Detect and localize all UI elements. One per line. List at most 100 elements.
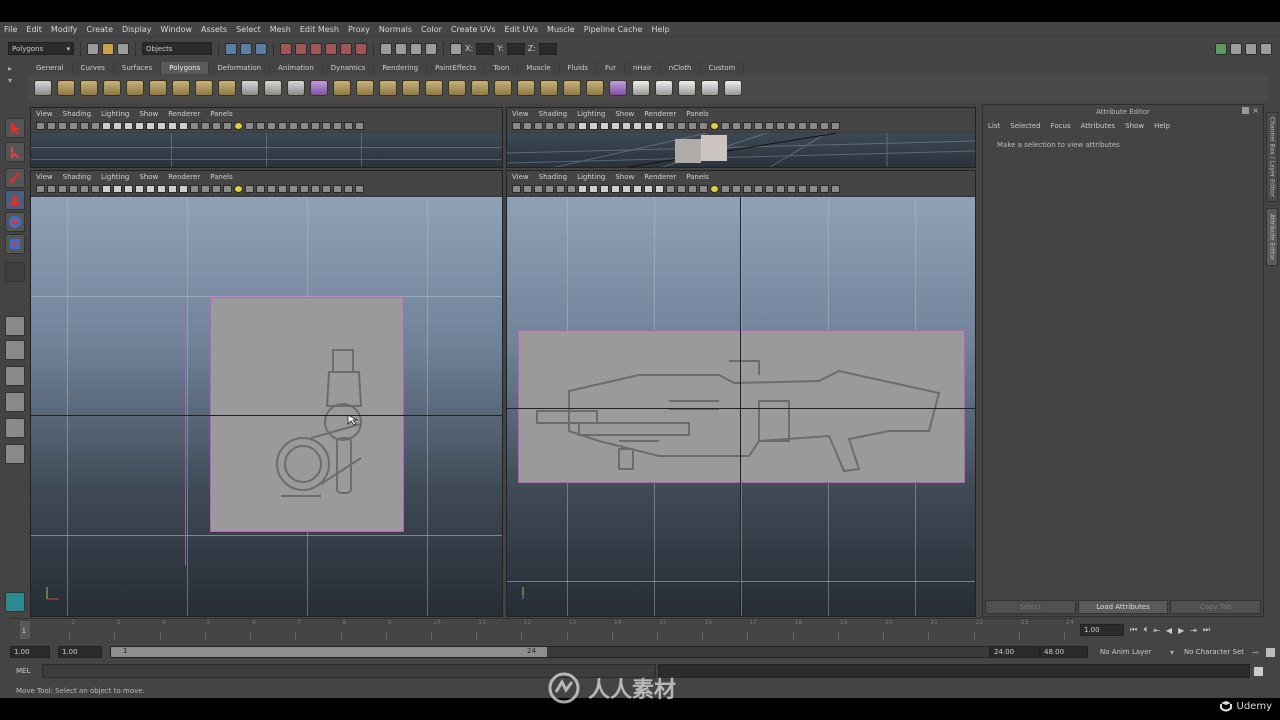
x-field[interactable] [476, 42, 495, 55]
play-backwards-icon[interactable]: ◀ [1166, 626, 1172, 635]
character-set-dropdown[interactable]: No Character Set [1184, 648, 1244, 656]
menu-create-uvs[interactable]: Create UVs [451, 25, 496, 34]
end-time-field[interactable]: 48.00 [1040, 646, 1088, 658]
show-menu[interactable]: Show [615, 173, 634, 181]
view-menu[interactable]: View [512, 173, 529, 181]
perspective-canvas[interactable] [507, 132, 975, 167]
bridge-icon[interactable] [494, 80, 512, 96]
shelf-tab-dynamics[interactable]: Dynamics [323, 62, 375, 74]
menu-display[interactable]: Display [122, 25, 152, 34]
lighting-menu[interactable]: Lighting [577, 173, 605, 181]
shelf-tab-nhair[interactable]: nHair [625, 62, 661, 74]
range-slider[interactable]: 1 24 [110, 646, 990, 658]
show-menu[interactable]: Show [1125, 122, 1144, 130]
append-polygon-icon[interactable] [517, 80, 535, 96]
lighting-menu[interactable]: Lighting [101, 110, 129, 118]
start-time-field[interactable]: 1.00 [10, 646, 50, 658]
menu-window[interactable]: Window [161, 25, 193, 34]
renderer-menu[interactable]: Renderer [644, 110, 676, 118]
go-to-end-icon[interactable]: ⏭ [1203, 625, 1210, 635]
side-view-canvas[interactable] [507, 197, 975, 616]
offset-edge-loop-icon[interactable] [586, 80, 604, 96]
render-settings-icon[interactable] [425, 42, 437, 55]
menu-edit-mesh[interactable]: Edit Mesh [300, 25, 339, 34]
shelf-tab-ncloth[interactable]: nCloth [661, 62, 701, 74]
shading-menu[interactable]: Shading [63, 110, 91, 118]
open-scene-icon[interactable] [102, 42, 114, 55]
rotate-tool-icon[interactable] [5, 212, 25, 232]
extrude-icon[interactable] [471, 80, 489, 96]
uv-layout-icon[interactable] [678, 80, 696, 96]
focus-menu[interactable]: Focus [1051, 122, 1071, 130]
poly-prism-icon[interactable] [172, 80, 190, 96]
shelf-options-icon[interactable]: ▸ [8, 64, 22, 73]
toggle-tool-settings-icon[interactable] [1245, 42, 1257, 55]
select-object-icon[interactable] [240, 42, 252, 55]
chevron-down-icon[interactable]: ▾ [1170, 648, 1174, 657]
booleans-icon[interactable] [379, 80, 397, 96]
shading-menu[interactable]: Shading [539, 110, 567, 118]
history-icon[interactable] [380, 42, 392, 55]
poly-torus-icon[interactable] [149, 80, 167, 96]
load-attributes-button[interactable]: Load Attributes [1077, 600, 1169, 614]
go-to-start-icon[interactable]: ⏮ [1130, 625, 1137, 635]
last-tool-icon[interactable] [5, 262, 25, 282]
uv-checker-icon[interactable] [655, 80, 673, 96]
panels-menu[interactable]: Panels [210, 110, 233, 118]
snap-grid-icon[interactable] [280, 42, 292, 55]
extract-icon[interactable] [356, 80, 374, 96]
y-field[interactable] [506, 42, 525, 55]
modeling-toolkit-icon[interactable] [5, 592, 25, 612]
mirror-geometry-icon[interactable] [448, 80, 466, 96]
lasso-tool-icon[interactable] [5, 142, 25, 162]
render-icon[interactable] [395, 42, 407, 55]
fill-hole-icon[interactable] [540, 80, 558, 96]
select-tool-icon[interactable] [5, 118, 25, 138]
anim-layer-dropdown[interactable]: No Anim Layer [1100, 648, 1151, 656]
menu-normals[interactable]: Normals [379, 25, 412, 34]
move-tool-icon[interactable] [5, 190, 25, 210]
panels-menu[interactable]: Panels [686, 110, 709, 118]
shelf-tab-fur[interactable]: Fur [597, 62, 625, 74]
poly-plane-icon[interactable] [126, 80, 144, 96]
shelf-tab-surfaces[interactable]: Surfaces [114, 62, 162, 74]
smooth-icon[interactable] [402, 80, 420, 96]
time-slider[interactable]: 1 2 3 4 5 6 7 8 9 10 11 12 13 14 15 16 17 18 19 20 21 22 23 24 [10, 618, 1075, 640]
ipr-icon[interactable] [410, 42, 422, 55]
key-icon[interactable]: ⊸ [1252, 648, 1259, 657]
selected-menu[interactable]: Selected [1010, 122, 1040, 130]
poly-pipe-icon[interactable] [218, 80, 236, 96]
menu-color[interactable]: Color [421, 25, 442, 34]
attribute-editor-tab[interactable]: Attribute Editor [1266, 208, 1278, 266]
list-menu[interactable]: List [988, 122, 1000, 130]
z-field[interactable] [538, 42, 557, 55]
menu-file[interactable]: File [4, 25, 17, 34]
gun-side-reference-plane[interactable] [518, 330, 965, 483]
show-menu[interactable]: Show [139, 173, 158, 181]
menu-edit[interactable]: Edit [26, 25, 42, 34]
renderer-menu[interactable]: Renderer [644, 173, 676, 181]
viewport-side[interactable]: View Shading Lighting Show Renderer Panels [506, 170, 976, 617]
checker-icon[interactable] [632, 80, 650, 96]
copy-tab-button[interactable]: Copy Tab [1170, 600, 1262, 614]
select-component-icon[interactable] [255, 42, 267, 55]
shelf-tab-curves[interactable]: Curves [73, 62, 114, 74]
help-menu[interactable]: Help [1154, 122, 1170, 130]
script-editor-icon[interactable] [1254, 666, 1264, 676]
snap-point-icon[interactable] [310, 42, 322, 55]
snap-plane-icon[interactable] [325, 42, 337, 55]
persp-graph-layout-icon[interactable] [5, 392, 25, 412]
panels-menu[interactable]: Panels [210, 173, 233, 181]
shading-menu[interactable]: Shading [539, 173, 567, 181]
shelf-tab-custom[interactable]: Custom [701, 62, 745, 74]
make-live-icon[interactable] [355, 42, 367, 55]
poly-platonic-icon[interactable] [287, 80, 305, 96]
insert-edge-loop-icon[interactable] [563, 80, 581, 96]
view-menu[interactable]: View [512, 110, 529, 118]
menu-modify[interactable]: Modify [51, 25, 78, 34]
shelf-tab-polygons[interactable]: Polygons [161, 62, 210, 74]
shelf-tab-rendering[interactable]: Rendering [374, 62, 428, 74]
toggle-modeling-toolkit-icon[interactable] [1215, 42, 1227, 55]
shelf-tab-painteffects[interactable]: PaintEffects [427, 62, 486, 74]
snap-curve-icon[interactable] [295, 42, 307, 55]
